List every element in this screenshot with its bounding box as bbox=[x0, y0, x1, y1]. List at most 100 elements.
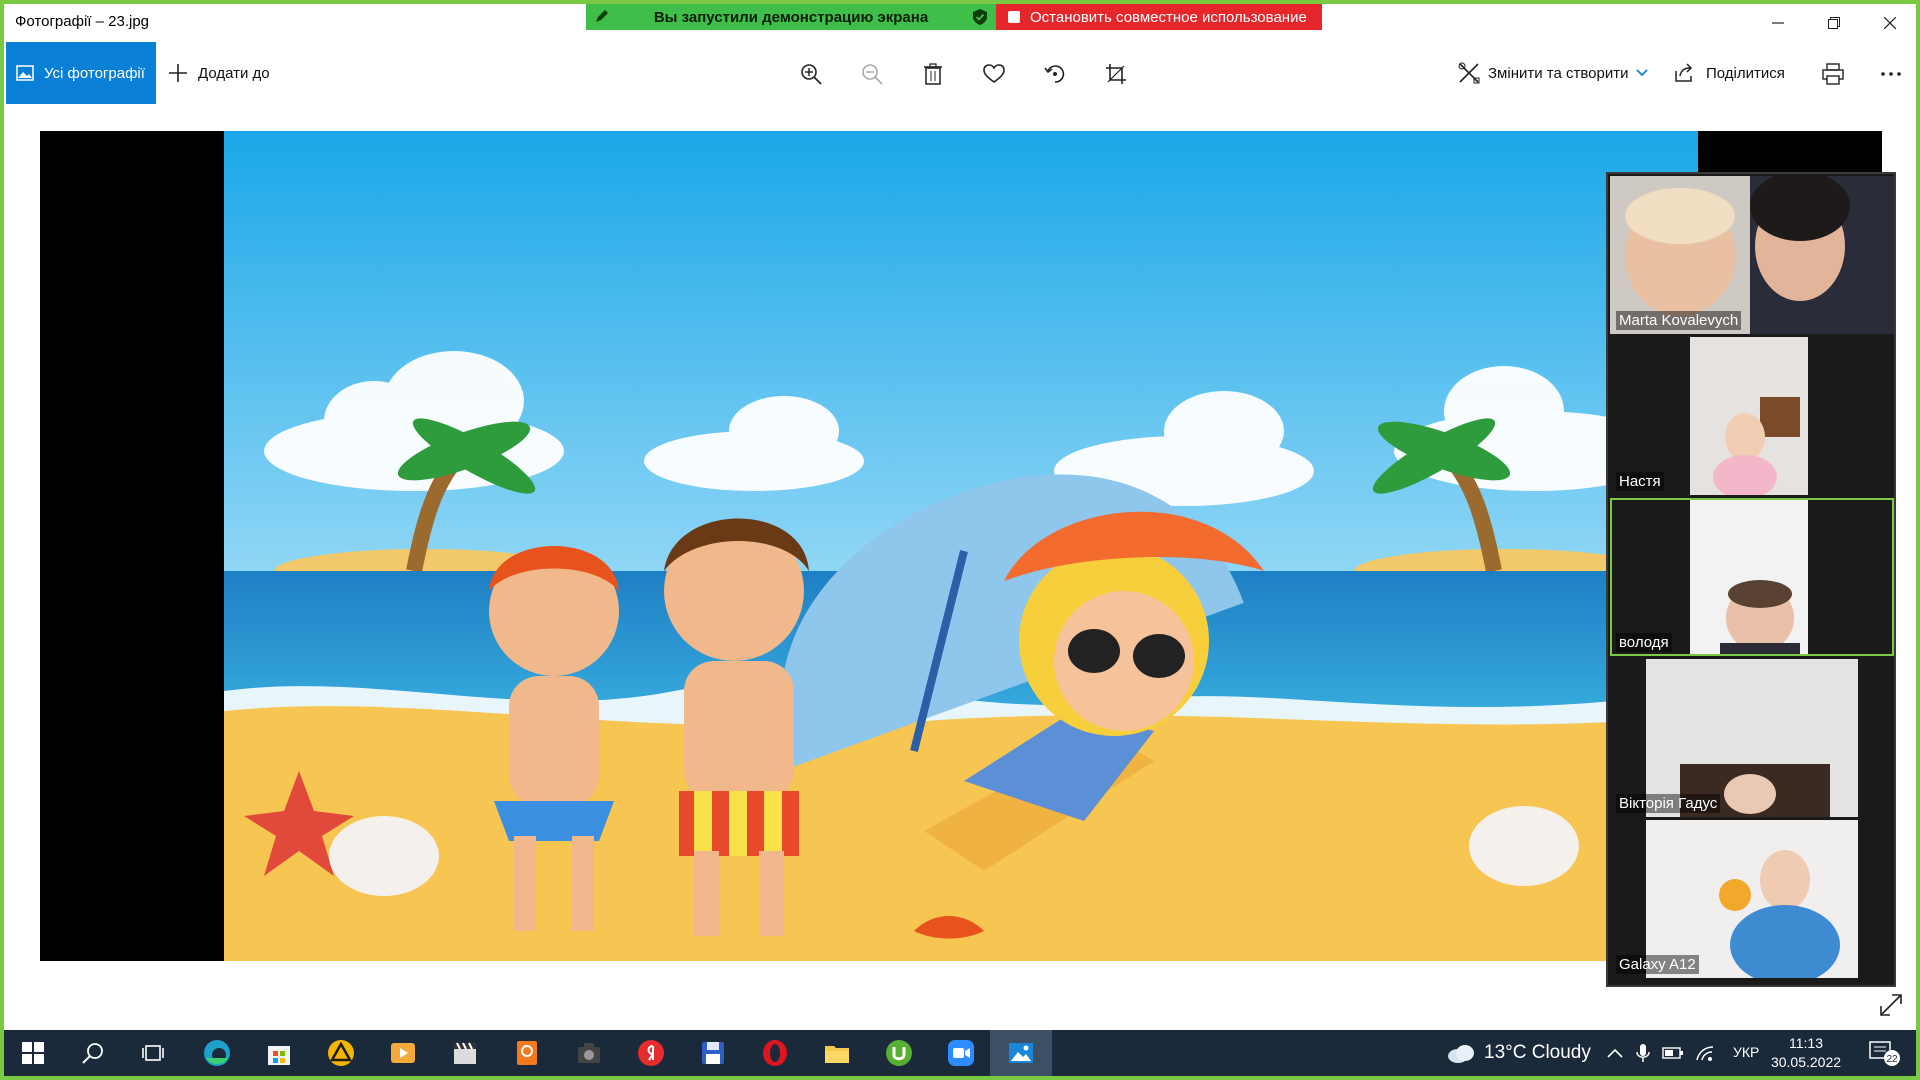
beach-cartoon-image bbox=[224, 131, 1698, 961]
screen-share-banner: Вы запустили демонстрацию экрана Останов… bbox=[586, 4, 1322, 30]
yandex-icon bbox=[638, 1040, 664, 1066]
restore-icon bbox=[1828, 17, 1840, 29]
windows-icon bbox=[22, 1042, 44, 1064]
participant-name: Galaxy A12 bbox=[1616, 955, 1699, 974]
share-button[interactable]: Поділитися bbox=[1674, 42, 1785, 104]
media-player-icon bbox=[391, 1043, 415, 1063]
participant-tile[interactable]: Marta Kovalevych bbox=[1610, 176, 1894, 334]
pen-icon[interactable] bbox=[594, 8, 610, 24]
restore-button[interactable] bbox=[1806, 4, 1862, 42]
stop-share-label: Остановить совместное использование bbox=[1030, 8, 1307, 26]
zoom-app[interactable] bbox=[944, 1036, 978, 1070]
share-label: Поділитися bbox=[1706, 64, 1785, 82]
window-title: Фотографії – 23.jpg bbox=[15, 13, 150, 30]
cloud-icon bbox=[1448, 1045, 1474, 1063]
rotate-icon bbox=[1044, 65, 1065, 83]
task-view-icon bbox=[142, 1045, 164, 1061]
minimize-button[interactable] bbox=[1750, 4, 1806, 42]
participant-name: Настя bbox=[1616, 472, 1664, 491]
toolbar: Усі фотографії Додати до Змінити та ство… bbox=[4, 42, 1916, 104]
input-language[interactable]: УКР bbox=[1733, 1044, 1759, 1060]
print-button[interactable] bbox=[1816, 57, 1850, 91]
stop-share-button[interactable]: Остановить совместное использование bbox=[996, 4, 1322, 30]
yandex-app[interactable] bbox=[634, 1036, 668, 1070]
clock[interactable]: 11:13 30.05.2022 bbox=[1762, 1034, 1850, 1072]
shield-icon[interactable] bbox=[972, 8, 988, 26]
rotate-button[interactable] bbox=[1038, 57, 1072, 91]
start-button[interactable] bbox=[16, 1036, 50, 1070]
microphone-icon bbox=[1636, 1044, 1650, 1062]
clapper-app[interactable] bbox=[448, 1036, 482, 1070]
floppy-icon bbox=[702, 1042, 724, 1064]
participant-tile[interactable]: Вікторія Гадус bbox=[1610, 659, 1894, 817]
edge-app[interactable] bbox=[200, 1036, 234, 1070]
pdf-icon bbox=[517, 1041, 537, 1065]
edit-create-label: Змінити та створити bbox=[1488, 64, 1629, 82]
utorrent-icon bbox=[886, 1040, 912, 1066]
participants-panel: Marta Kovalevych Настя володя Вікторія Г… bbox=[1606, 172, 1896, 987]
edit-create-button[interactable]: Змінити та створити bbox=[1458, 42, 1649, 104]
heart-icon bbox=[983, 64, 1005, 83]
task-view-button[interactable] bbox=[136, 1036, 170, 1070]
notification-center-button[interactable]: 22 bbox=[1868, 1040, 1902, 1071]
chevron-down-icon bbox=[1636, 69, 1649, 77]
stop-icon bbox=[1008, 11, 1020, 23]
photo-icon bbox=[16, 65, 34, 81]
microphone-indicator[interactable] bbox=[1626, 1036, 1660, 1070]
photos-app[interactable] bbox=[1004, 1036, 1038, 1070]
store-icon bbox=[268, 1046, 290, 1065]
all-photos-button[interactable]: Усі фотографії bbox=[6, 42, 156, 104]
fullscreen-button[interactable] bbox=[1878, 992, 1904, 1023]
opera-icon bbox=[763, 1040, 787, 1066]
search-button[interactable] bbox=[76, 1036, 110, 1070]
participant-tile[interactable]: Настя bbox=[1610, 337, 1894, 495]
zoom-out-button[interactable] bbox=[855, 57, 889, 91]
participant-name: володя bbox=[1616, 633, 1672, 652]
printer-icon bbox=[1822, 63, 1844, 85]
close-button[interactable] bbox=[1862, 4, 1916, 42]
participant-tile-active[interactable]: володя bbox=[1610, 498, 1894, 656]
notification-count: 22 bbox=[1886, 1054, 1898, 1065]
save-app[interactable] bbox=[696, 1036, 730, 1070]
add-to-button[interactable]: Додати до bbox=[168, 42, 270, 104]
notification-icon: 22 bbox=[1869, 1041, 1900, 1066]
close-icon bbox=[1884, 17, 1896, 29]
participant-name: Marta Kovalevych bbox=[1616, 311, 1742, 330]
camera-icon bbox=[578, 1043, 600, 1063]
participant-name: Вікторія Гадус bbox=[1616, 794, 1721, 813]
trash-icon bbox=[924, 63, 942, 85]
edit-tools-icon bbox=[1458, 62, 1480, 84]
network-indicator[interactable] bbox=[1688, 1036, 1722, 1070]
weather-widget[interactable]: 13°C Cloudy bbox=[1446, 1030, 1591, 1076]
battery-icon bbox=[1662, 1047, 1683, 1059]
folder-icon bbox=[825, 1046, 849, 1063]
edge-icon bbox=[204, 1040, 230, 1066]
zoom-in-icon bbox=[801, 64, 822, 85]
opera-app[interactable] bbox=[758, 1036, 792, 1070]
zoom-in-button[interactable] bbox=[794, 57, 828, 91]
share-status-text: Вы запустили демонстрацию экрана bbox=[653, 8, 929, 26]
camera-app[interactable] bbox=[572, 1036, 606, 1070]
zoom-out-icon bbox=[862, 64, 883, 85]
clock-date: 30.05.2022 bbox=[1770, 1054, 1842, 1070]
pdf-app[interactable] bbox=[510, 1036, 544, 1070]
favorite-button[interactable] bbox=[977, 57, 1011, 91]
more-options-button[interactable] bbox=[1874, 57, 1908, 91]
photos-app-window: Фотографії – 23.jpg Вы запустили демонст… bbox=[4, 4, 1916, 1076]
battery-indicator[interactable] bbox=[1656, 1036, 1690, 1070]
wifi-icon bbox=[1696, 1046, 1714, 1061]
store-app[interactable] bbox=[262, 1036, 296, 1070]
crop-button[interactable] bbox=[1099, 57, 1133, 91]
delete-button[interactable] bbox=[916, 57, 950, 91]
search-icon bbox=[82, 1043, 103, 1064]
video-player-app[interactable] bbox=[386, 1036, 420, 1070]
beach-illustration bbox=[224, 131, 1698, 961]
windows-taskbar: 13°C Cloudy УКР 11:13 30.05.2022 22 bbox=[4, 1030, 1916, 1076]
utorrent-app[interactable] bbox=[882, 1036, 916, 1070]
clapperboard-icon bbox=[454, 1042, 476, 1064]
participant-tile[interactable]: Galaxy A12 bbox=[1610, 820, 1894, 978]
minimize-icon bbox=[1772, 22, 1784, 24]
aimp-app[interactable] bbox=[324, 1036, 358, 1070]
plus-icon bbox=[169, 64, 187, 82]
file-explorer-app[interactable] bbox=[820, 1036, 854, 1070]
